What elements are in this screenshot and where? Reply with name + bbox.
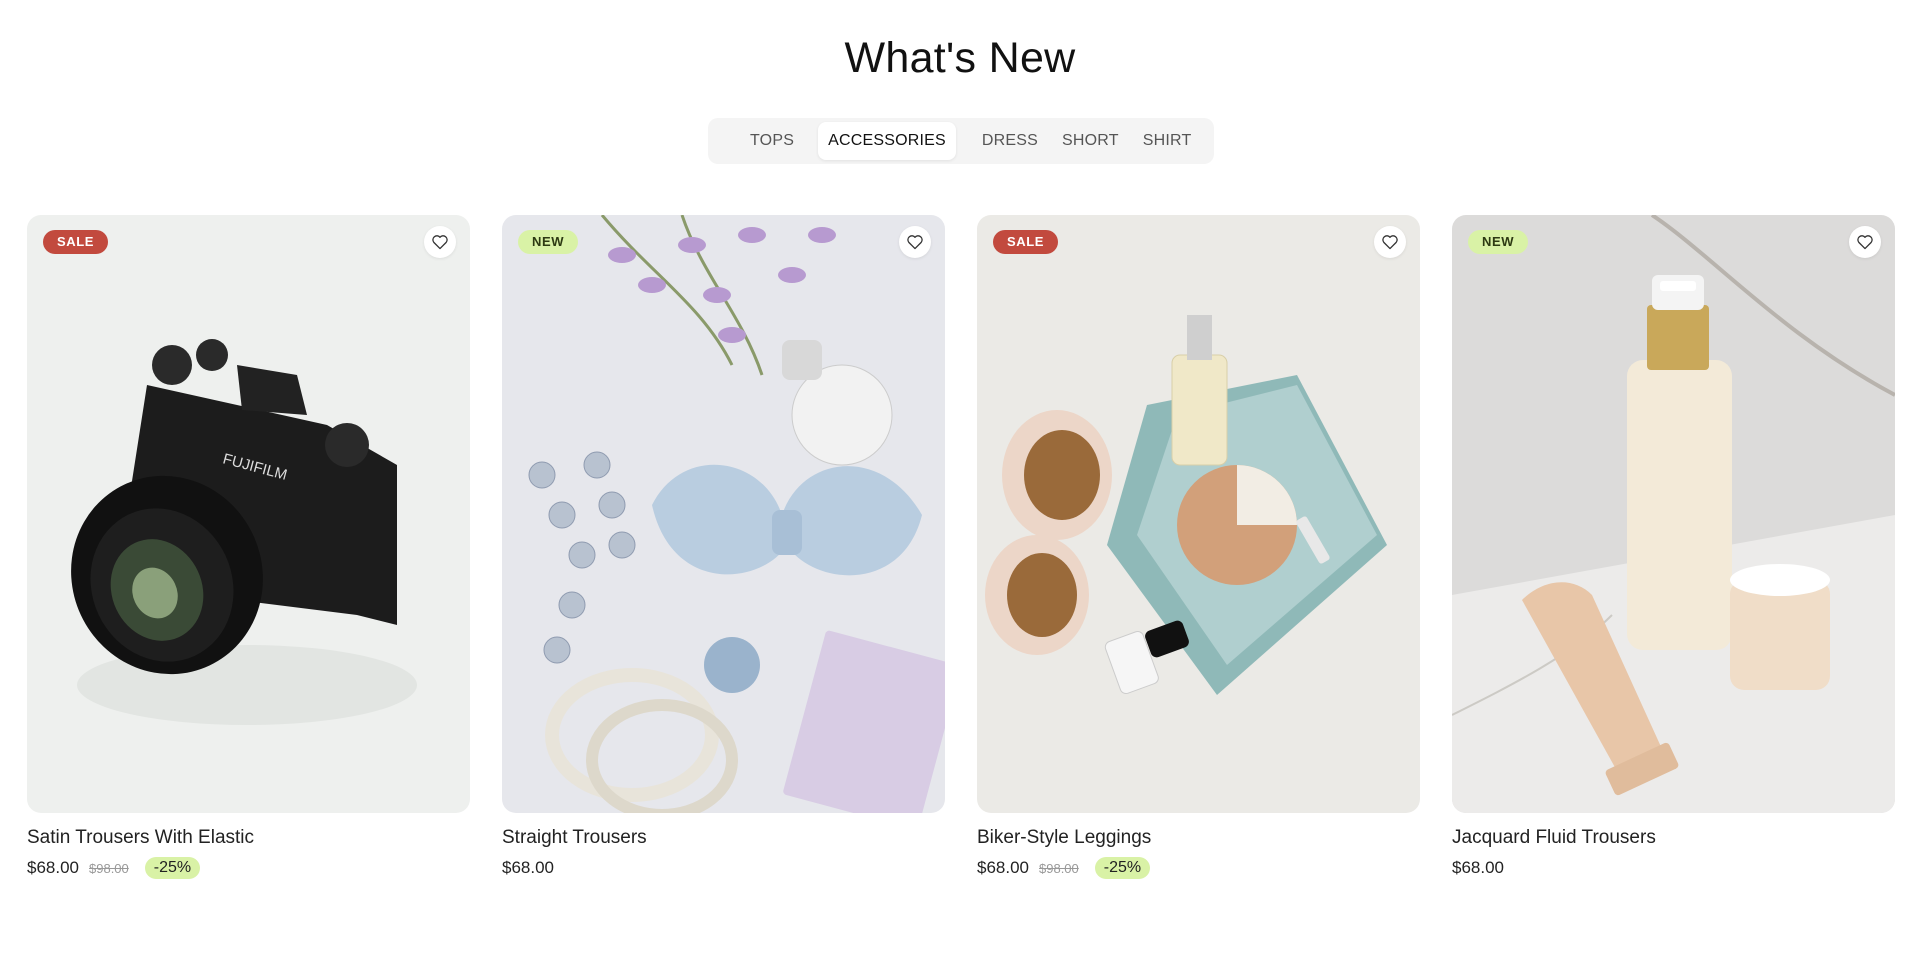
- sunglasses-illustration: [977, 215, 1420, 813]
- tab-short[interactable]: SHORT: [1052, 122, 1129, 160]
- wishlist-button[interactable]: [1374, 226, 1406, 258]
- current-price: $68.00: [977, 858, 1029, 877]
- discount-pill: -25%: [1094, 857, 1151, 879]
- category-tabs: TOPS ACCESSORIES DRESS SHORT SHIRT: [708, 118, 1214, 164]
- discount-pill: -25%: [144, 857, 201, 879]
- old-price: $98.00: [1039, 860, 1079, 876]
- product-name[interactable]: Jacquard Fluid Trousers: [1452, 827, 1895, 849]
- product-image-sunglasses[interactable]: SALE: [977, 215, 1420, 813]
- wishlist-button[interactable]: [1849, 226, 1881, 258]
- wishlist-button[interactable]: [424, 226, 456, 258]
- accessories-illustration: [502, 215, 945, 813]
- wishlist-button[interactable]: [899, 226, 931, 258]
- product-card[interactable]: NEW Straight Trousers $68.00: [502, 215, 945, 881]
- heart-icon: [1382, 235, 1398, 250]
- current-price: $68.00: [1452, 858, 1504, 877]
- sale-badge: SALE: [993, 230, 1059, 254]
- product-image-camera[interactable]: FUJIFILM SALE: [27, 215, 470, 813]
- product-name[interactable]: Satin Trousers With Elastic: [27, 827, 470, 849]
- heart-icon: [1857, 235, 1873, 250]
- product-image-accessories[interactable]: NEW: [502, 215, 945, 813]
- current-price: $68.00: [27, 858, 79, 877]
- tab-shirt[interactable]: SHIRT: [1133, 122, 1202, 160]
- product-card[interactable]: NEW Jacquard Fluid Trousers $68.00: [1452, 215, 1895, 881]
- new-badge: NEW: [1468, 230, 1529, 254]
- next-row-edge: [0, 955, 1920, 966]
- section-title: What's New: [844, 34, 1076, 82]
- new-badge: NEW: [518, 230, 579, 254]
- product-image-skincare[interactable]: NEW: [1452, 215, 1895, 813]
- price-row: $68.00: [1452, 855, 1895, 881]
- heart-icon: [432, 235, 448, 250]
- product-name[interactable]: Biker-Style Leggings: [977, 827, 1420, 849]
- tab-accessories[interactable]: ACCESSORIES: [818, 122, 956, 160]
- heart-icon: [907, 235, 923, 250]
- camera-illustration: FUJIFILM: [27, 215, 470, 813]
- price-row: $68.00 $98.00 -25%: [27, 855, 470, 881]
- current-price: $68.00: [502, 858, 554, 877]
- product-name[interactable]: Straight Trousers: [502, 827, 945, 849]
- price-row: $68.00 $98.00 -25%: [977, 855, 1420, 881]
- skincare-illustration: [1452, 215, 1895, 813]
- product-card[interactable]: SALE Biker-Style Leggings $68.00 $98.00 …: [977, 215, 1420, 881]
- tab-tops[interactable]: TOPS: [740, 122, 804, 160]
- old-price: $98.00: [89, 860, 129, 876]
- sale-badge: SALE: [43, 230, 109, 254]
- product-card[interactable]: FUJIFILM SALE Satin Trousers With Elasti…: [27, 215, 470, 881]
- price-row: $68.00: [502, 855, 945, 881]
- tab-dress[interactable]: DRESS: [972, 122, 1048, 160]
